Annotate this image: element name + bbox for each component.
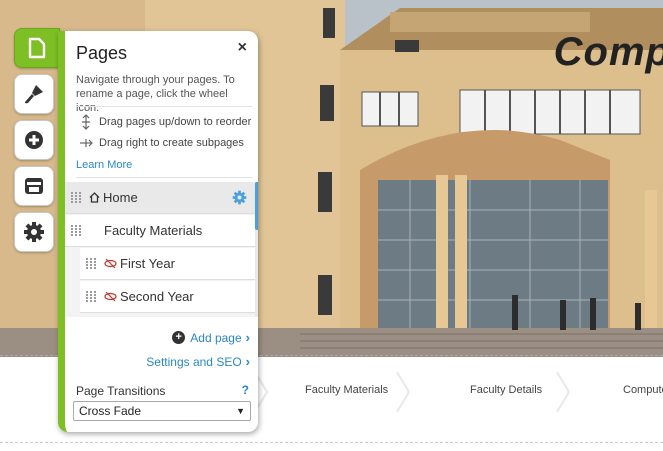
design-button[interactable] [14,74,54,114]
chevron-right-icon: › [245,354,250,369]
settings-seo-link[interactable]: Settings and SEO › [146,354,250,369]
footer-divider [0,442,663,443]
store-icon [25,178,43,194]
add-page-icon: + [172,331,186,344]
subpage-hint: Drag right to create subpages [79,135,244,151]
learn-more-link[interactable]: Learn More [76,159,132,171]
site-navigation: Faculty Materials Faculty Details Comput… [254,372,663,412]
page-row-second-year[interactable]: Second Year [80,281,255,313]
gear-icon [24,222,44,242]
reorder-hint-text: Drag pages up/down to reorder [99,116,252,128]
move-horizontal-icon [80,139,93,147]
panel-title: Pages [76,43,128,63]
subpage-hint-text: Drag right to create subpages [99,137,244,149]
drag-handle-icon[interactable] [71,192,81,204]
dropdown-caret-icon: ▼ [236,406,245,416]
home-icon [89,192,100,203]
pages-button[interactable] [14,28,60,68]
settings-button[interactable] [14,212,54,252]
page-label: First Year [104,256,175,271]
page-list-scrollbar[interactable] [255,182,258,317]
page-transition-select[interactable]: Cross Fade ▼ [73,401,251,421]
page-label: Second Year [104,289,194,304]
chevron-right-icon: › [245,330,250,345]
store-button[interactable] [14,166,54,206]
selected-transition: Cross Fade [79,404,142,418]
nav-chevron-icon [556,372,571,412]
scrollbar-thumb[interactable] [255,182,258,230]
page-transitions-label: Page Transitions [76,384,166,398]
page-row-home[interactable]: Home [65,182,255,214]
nav-chevron-icon [396,372,411,412]
divider [76,106,252,107]
hidden-eye-icon [104,291,117,302]
site-nav-item[interactable]: Faculty Materials [305,384,388,396]
hero-title: Comp [553,30,663,74]
page-name: Home [103,190,138,205]
page-settings-gear-icon[interactable] [232,190,247,205]
pages-panel: Pages × Navigate through your pages. To … [58,31,258,432]
page-label: Home [89,190,138,205]
add-page-link[interactable]: + Add page › [172,330,250,345]
plus-circle-icon [25,131,43,149]
panel-description: Navigate through your pages. To rename a… [76,74,235,114]
site-nav-item[interactable]: Faculty Details [470,384,542,396]
drag-handle-icon[interactable] [86,258,96,270]
close-button[interactable]: × [238,39,247,57]
move-vertical-icon [82,114,90,130]
reorder-hint: Drag pages up/down to reorder [79,114,251,130]
page-name: Second Year [120,289,194,304]
paintbrush-icon [25,85,43,104]
add-page-label: Add page [190,330,242,345]
page-icon [28,37,46,59]
add-element-button[interactable] [14,120,54,160]
drag-handle-icon[interactable] [71,225,81,237]
divider [76,177,252,178]
drag-handle-icon[interactable] [86,291,96,303]
page-name: Faculty Materials [104,223,203,238]
settings-seo-label: Settings and SEO [146,354,242,369]
page-name: First Year [120,256,175,271]
site-nav-item[interactable]: Compute [623,384,663,396]
help-icon[interactable]: ? [242,383,249,397]
hidden-eye-icon [104,258,117,269]
page-row-first-year[interactable]: First Year [80,248,255,280]
page-list: Home Faculty Materials First Year Second… [65,182,258,317]
page-row-faculty-materials[interactable]: Faculty Materials [65,215,255,247]
